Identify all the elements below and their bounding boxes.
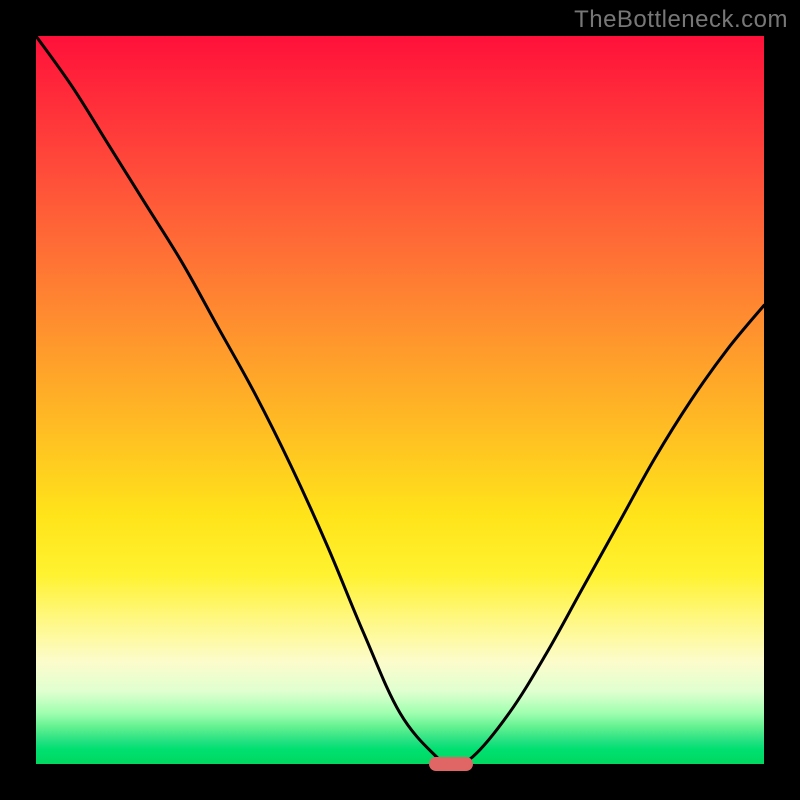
plot-area <box>36 36 764 764</box>
curve-svg <box>36 36 764 764</box>
watermark-text: TheBottleneck.com <box>574 6 788 34</box>
chart-frame: TheBottleneck.com <box>0 0 800 800</box>
bottleneck-curve <box>36 36 764 764</box>
minimum-marker <box>429 757 473 771</box>
